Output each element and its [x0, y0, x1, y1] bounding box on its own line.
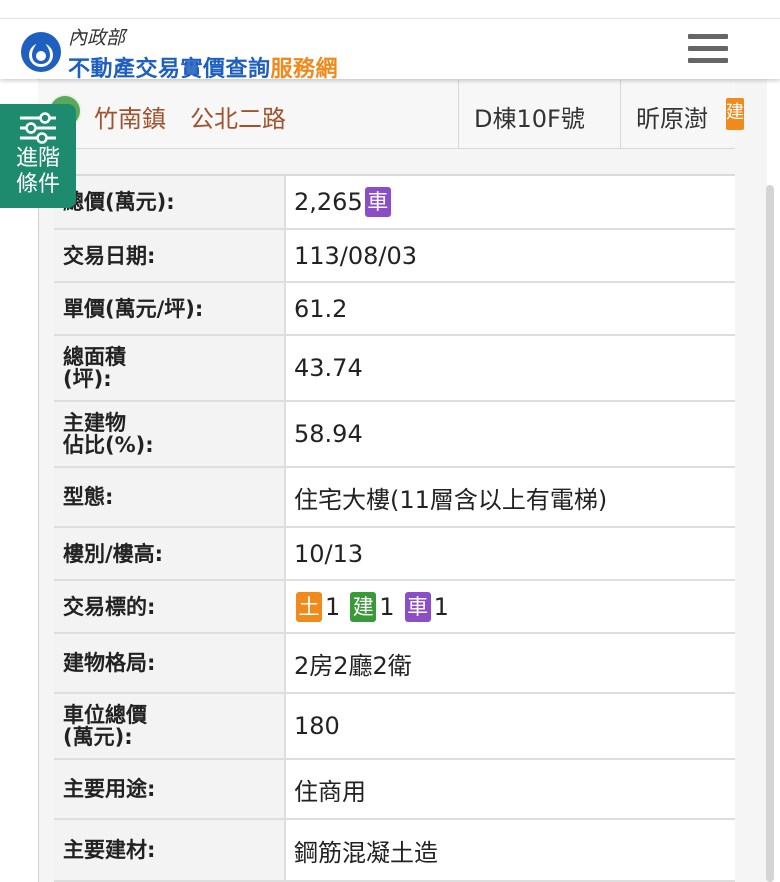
- row-key: 建物格局:: [54, 634, 286, 692]
- main-usage-value: 住商用: [294, 777, 366, 806]
- table-row: 總價(萬元): 2,265 車: [54, 176, 735, 230]
- row-key: 主要用途:: [54, 760, 286, 818]
- row-value: 2,265 車: [286, 176, 735, 228]
- row-value: 住宅大樓(11層含以上有電梯): [286, 468, 735, 526]
- advanced-filter-label: 進階條件: [15, 146, 60, 197]
- main-building-ratio-value: 58.94: [294, 420, 363, 448]
- row-key: 主建物 佔比(%):: [54, 402, 286, 466]
- layout-value: 2房2廳2衛: [294, 651, 412, 680]
- building-badge: 建: [350, 591, 377, 622]
- divider: [458, 80, 459, 148]
- building-count: 1: [379, 592, 395, 621]
- key-label: 樓別/樓高:: [63, 541, 164, 566]
- row-key: 車位總價 (萬元):: [54, 694, 286, 758]
- key-label: 主要用途:: [63, 777, 156, 801]
- table-row: 樓別/樓高: 10/13: [54, 528, 735, 581]
- hamburger-menu-icon[interactable]: [688, 34, 728, 68]
- key-label: 總價(萬元):: [63, 190, 175, 214]
- row-value: 58.94: [286, 402, 735, 466]
- parking-badge: 車: [364, 187, 391, 217]
- key-label: 型態:: [63, 485, 114, 509]
- unit-price-value: 61.2: [294, 294, 348, 323]
- table-row: 型態: 住宅大樓(11層含以上有電梯): [54, 468, 735, 528]
- table-row: 主要用途: 住商用: [54, 760, 735, 820]
- row-key: 單價(萬元/坪):: [54, 283, 286, 334]
- key-label: 交易日期:: [63, 243, 156, 268]
- parking-badge: 車: [404, 591, 431, 622]
- site-header: 內政部 不動產交易實價查詢服務網: [0, 18, 780, 82]
- key-label: 建物格局:: [63, 651, 156, 675]
- parking-price-value: 180: [294, 712, 340, 740]
- row-value: 鋼筋混凝土造: [286, 820, 735, 880]
- site-title-accent: 服務網: [270, 57, 339, 82]
- floor-value: 10/13: [294, 539, 364, 568]
- ministry-logo-icon[interactable]: [20, 31, 62, 73]
- row-value: 61.2: [286, 283, 735, 334]
- table-row: 交易標的: 土1 建1 車1: [54, 581, 735, 634]
- land-badge: 土: [296, 591, 322, 622]
- row-value: 10/13: [286, 528, 735, 579]
- row-value: 住商用: [286, 760, 735, 818]
- table-row: 車位總價 (萬元): 180: [54, 694, 735, 760]
- site-title-main: 不動產交易實價查詢: [68, 57, 271, 82]
- key-label: 單價(萬元/坪):: [63, 296, 204, 321]
- row-value: 2房2廳2衛: [286, 634, 735, 692]
- advanced-filter-button[interactable]: 進階條件: [0, 104, 76, 208]
- trade-date-value: 113/08/03: [294, 241, 418, 270]
- scrollbar[interactable]: [766, 185, 774, 882]
- row-key: 樓別/樓高:: [54, 528, 286, 579]
- table-row: 建物格局: 2房2廳2衛: [54, 634, 735, 694]
- table-row: 主建物 佔比(%): 58.94: [54, 402, 735, 468]
- total-area-value: 43.74: [294, 354, 363, 382]
- row-value: 180: [286, 694, 735, 758]
- building-name: 昕原澍: [636, 105, 708, 133]
- ministry-name: 內政部: [68, 27, 126, 49]
- address-unit: D棟10F號: [474, 105, 585, 133]
- divider: [620, 80, 621, 148]
- row-key: 主要建材:: [54, 820, 286, 880]
- parking-count: 1: [433, 592, 449, 621]
- site-title[interactable]: 不動產交易實價查詢服務網: [68, 51, 338, 83]
- main-material-value: 鋼筋混凝土造: [294, 838, 438, 867]
- building-badge: 建: [726, 98, 744, 130]
- transaction-detail-table: 總價(萬元): 2,265 車 交易日期: 113/08/03 單價(萬元/坪)…: [54, 174, 735, 882]
- land-count: 1: [325, 592, 341, 621]
- row-key: 交易日期:: [54, 230, 286, 281]
- table-row: 交易日期: 113/08/03: [54, 230, 735, 283]
- key-label: 主建物 佔比(%):: [63, 411, 154, 457]
- table-row: 主要建材: 鋼筋混凝土造: [54, 820, 735, 882]
- row-key: 交易標的:: [54, 581, 286, 632]
- row-value: 113/08/03: [286, 230, 735, 281]
- key-label: 交易標的:: [63, 594, 156, 619]
- row-value: 土1 建1 車1: [286, 581, 735, 632]
- key-label: 主要建材:: [63, 838, 156, 862]
- table-row: 總面積 (坪): 43.74: [54, 336, 735, 402]
- row-key: 總價(萬元):: [54, 176, 286, 228]
- address-location: 竹南鎮 公北二路: [94, 105, 286, 133]
- row-value: 43.74: [286, 336, 735, 400]
- address-bar: 竹南鎮 公北二路 D棟10F號 昕原澍 建: [38, 80, 744, 149]
- building-type-value: 住宅大樓(11層含以上有電梯): [294, 485, 608, 514]
- key-label: 車位總價 (萬元):: [63, 703, 147, 749]
- row-key: 型態:: [54, 468, 286, 526]
- sliders-icon: [20, 112, 56, 144]
- table-row: 單價(萬元/坪): 61.2: [54, 283, 735, 336]
- row-key: 總面積 (坪):: [54, 336, 286, 400]
- key-label: 總面積 (坪):: [63, 345, 126, 391]
- total-price-value: 2,265: [294, 188, 363, 216]
